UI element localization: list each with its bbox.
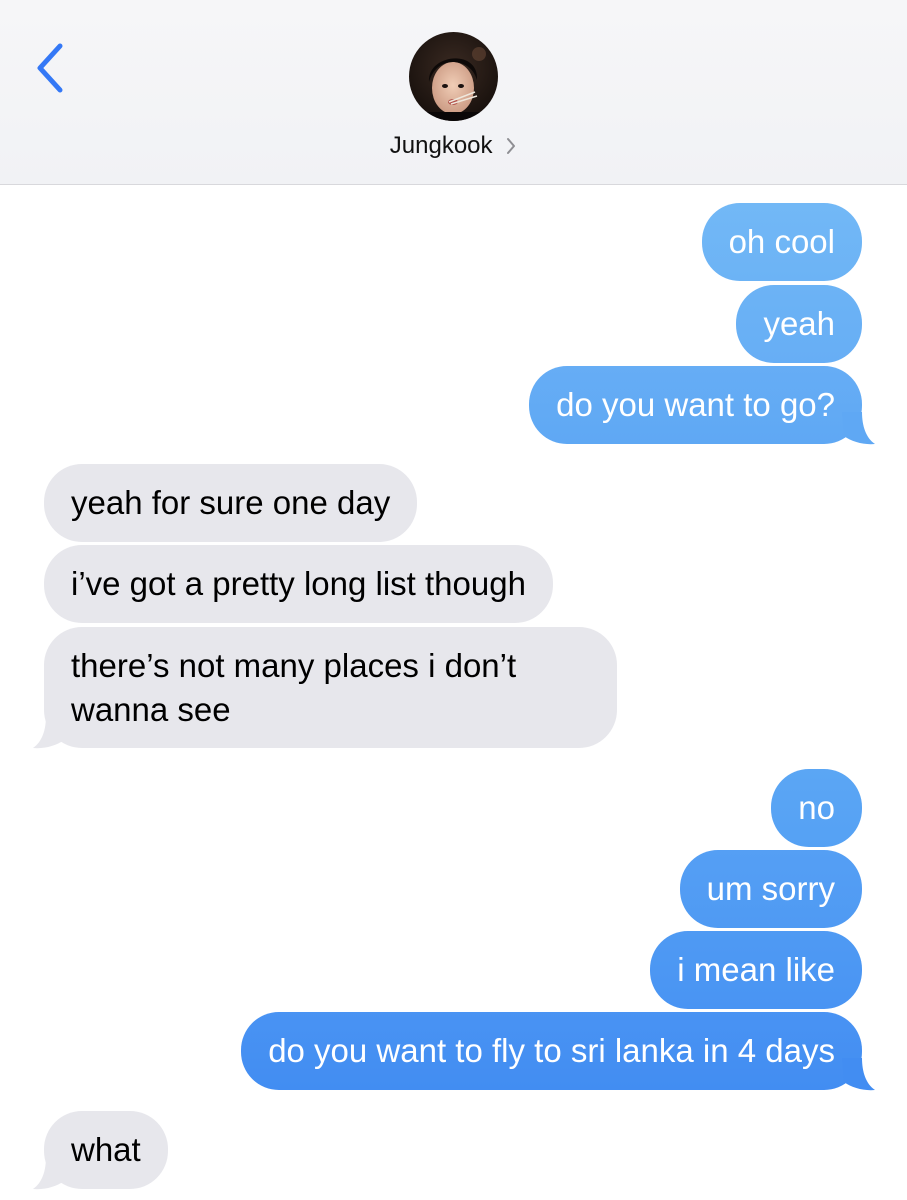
bubble-tail	[842, 1058, 875, 1091]
back-button[interactable]	[24, 36, 80, 100]
conversation-header: Jungkook	[0, 0, 907, 185]
message-bubble-received[interactable]: yeah for sure one day	[44, 464, 418, 542]
message-text: do you want to go?	[556, 386, 835, 423]
message-bubble-sent[interactable]: i mean like	[650, 931, 862, 1009]
message-text: what	[71, 1131, 141, 1168]
chevron-right-icon	[507, 137, 516, 154]
message-text: yeah for sure one day	[71, 484, 391, 521]
message-text: um sorry	[706, 870, 835, 907]
bubble-tail	[33, 1157, 66, 1190]
message-text: there’s not many places i don’t wanna se…	[71, 647, 517, 728]
message-bubble-sent[interactable]: yeah	[736, 285, 862, 363]
avatar-photo	[409, 32, 498, 121]
message-bubble-received[interactable]: i’ve got a pretty long list though	[44, 545, 553, 623]
message-bubble-sent[interactable]: do you want to fly to sri lanka in 4 day…	[241, 1012, 862, 1090]
contact-avatar[interactable]	[409, 32, 498, 121]
contact-name-row[interactable]: Jungkook	[0, 128, 907, 163]
message-text: yeah	[763, 305, 835, 342]
message-text: i’ve got a pretty long list though	[71, 565, 526, 602]
bubble-tail	[842, 412, 875, 445]
message-bubble-sent[interactable]: do you want to go?	[529, 366, 862, 444]
chevron-left-icon	[37, 43, 63, 93]
message-text: do you want to fly to sri lanka in 4 day…	[268, 1032, 835, 1069]
bubble-tail	[33, 716, 66, 749]
message-bubble-sent[interactable]: um sorry	[679, 850, 862, 928]
message-bubble-sent[interactable]: oh cool	[701, 203, 862, 281]
message-bubble-received[interactable]: there’s not many places i don’t wanna se…	[44, 627, 617, 748]
message-text: no	[798, 789, 835, 826]
message-text: oh cool	[728, 223, 835, 260]
message-text: i mean like	[677, 951, 835, 988]
contact-name: Jungkook	[389, 131, 493, 159]
message-bubble-sent[interactable]: no	[771, 769, 862, 847]
